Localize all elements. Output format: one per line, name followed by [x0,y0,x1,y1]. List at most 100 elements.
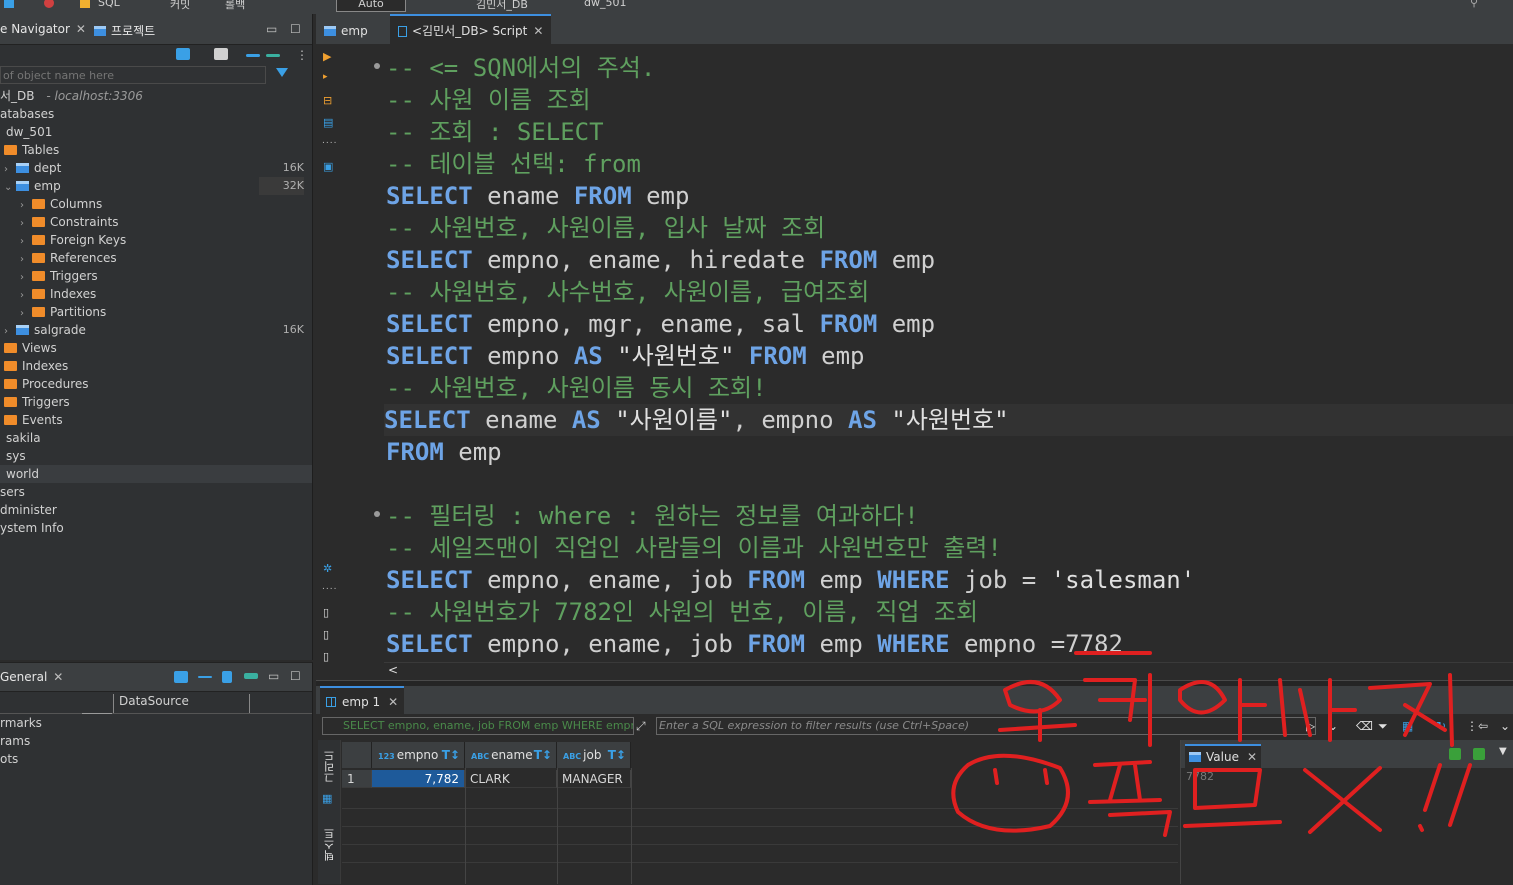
chevron-down-icon[interactable]: ⌄ [4,179,16,197]
system-info-node[interactable]: ystem Info [0,519,64,537]
scroll-left-icon[interactable]: < [388,663,398,677]
emp-indexes-node[interactable]: › Indexes [20,285,96,303]
apply-value-icon[interactable] [1473,748,1485,760]
code-comment-line[interactable]: -- <= SQN에서의 주석. [386,52,655,84]
search-icon[interactable]: ⚲ [1470,0,1478,9]
procedures-node[interactable]: Procedures [4,375,89,393]
refresh-icon[interactable]: ↻ [1436,719,1446,733]
code-comment-line[interactable]: -- 사원번호, 사원이름 동시 조회! [386,372,767,404]
table-node-dept[interactable]: › dept 16K [4,159,308,177]
cell-ename[interactable]: CLARK [465,770,557,788]
code-sql-line[interactable]: SELECT empno, ename, hiredate FROM emp [386,244,935,276]
sort-icon[interactable]: T↕ [442,742,460,768]
events-node[interactable]: Events [4,411,63,429]
new-folder-icon[interactable] [214,48,228,60]
link-editor-icon[interactable] [266,54,280,57]
properties-row[interactable]: rams [0,732,30,750]
code-comment-line[interactable]: -- 사원번호가 7782인 사원의 번호, 이름, 직업 조회 [386,596,978,628]
tab-project[interactable]: 프로젝트 [94,22,155,39]
cell-job[interactable]: MANAGER [557,770,631,788]
cell-empno[interactable]: 7,782 [372,770,465,788]
tab-database-navigator[interactable]: e Navigator ✕ [0,22,86,36]
schema-node-sys[interactable]: sys [6,447,26,465]
apply-filter-icon[interactable]: ▷ [1306,719,1315,733]
column-header-job[interactable]: ABC job T↕ [557,742,631,768]
filter-settings-icon[interactable]: ⏷ [1378,719,1388,734]
collapse-icon[interactable] [198,676,212,678]
row-number[interactable]: 1 [342,770,372,788]
filter-history-icon[interactable]: ⌄ [1328,719,1338,733]
transaction-mode-select[interactable]: Auto [336,0,406,12]
export-icon[interactable]: ▤ [323,116,334,129]
emp-partitions-node[interactable]: › Partitions [20,303,106,321]
sql-button[interactable]: SQL [98,0,120,9]
views-node[interactable]: Views [4,339,57,357]
back-icon[interactable]: ⇦ [1478,719,1488,733]
grid-view-tab[interactable]: 그리드 [322,750,338,783]
fold-marker-icon[interactable] [374,63,380,69]
emp-references-node[interactable]: › References [20,249,117,267]
tab-result-emp1[interactable]: emp 1 ✕ [320,686,405,714]
view-menu-icon[interactable]: ⋮ [296,48,308,62]
terminal-icon[interactable]: ▣ [323,160,334,173]
explain-plan-icon[interactable]: ⊟ [323,94,334,107]
databases-node[interactable]: atabases [0,105,54,123]
connect-icon[interactable] [4,0,14,8]
query-text-field[interactable]: SELECT empno, ename, job FROM emp WHERE … [322,717,634,735]
code-sql-line[interactable]: SELECT ename FROM emp [386,180,689,212]
datasource-select[interactable]: 김민서_DB [476,0,528,12]
maximize-icon[interactable]: ☐ [290,669,301,683]
sql-editor-icon[interactable] [80,0,90,8]
minimize-icon[interactable]: ▭ [266,22,277,36]
sql-editor[interactable]: -- <= SQN에서의 주석. -- 사원 이름 조회 -- 조회 : SELEC… [340,44,1513,662]
commit-button[interactable]: 커밋 [170,0,190,12]
schema-node-sakila[interactable]: sakila [6,429,41,447]
code-comment-line[interactable]: -- 조회 : SELECT [386,116,604,148]
emp-triggers-node[interactable]: › Triggers [20,267,98,285]
schema-node[interactable]: dw_501 [6,123,52,141]
table-node-salgrade[interactable]: › salgrade 16K [4,321,308,339]
code-comment-line[interactable]: -- 테이블 선택: from [386,148,641,180]
save-value-icon[interactable] [1449,748,1461,760]
properties-row[interactable]: ots [0,750,18,768]
code-comment-line[interactable]: -- 필터링 : where : 원하는 정보를 여과하다! [386,500,919,532]
settings-icon[interactable] [174,671,188,683]
properties-row[interactable]: rmarks [0,714,42,732]
new-connection-icon[interactable] [176,48,190,60]
disconnect-icon[interactable] [44,0,54,8]
execute-script-icon[interactable]: ▸ [323,72,334,82]
dropdown-icon[interactable]: ⌄ [1500,719,1510,733]
datasource-column-header[interactable]: DataSource [113,694,250,713]
erase-filter-icon[interactable]: ⌫ [1356,719,1373,733]
delete-script-icon[interactable]: ▯ [323,628,334,641]
new-script-icon[interactable]: ▯ [323,606,334,619]
users-node[interactable]: sers [0,483,25,501]
table-node-emp[interactable]: ⌄ emp 32K [4,177,308,195]
save-script-icon[interactable]: ▯ [323,650,334,663]
grid-view-icon[interactable]: ▦ [322,792,333,805]
code-sql-line[interactable]: SELECT ename AS "사원이름", empno AS "사원번호" [384,404,1513,436]
emp-columns-node[interactable]: › Columns [20,195,102,213]
code-comment-line[interactable]: -- 사원번호, 사수번호, 사원이름, 급여조회 [386,276,869,308]
tables-node[interactable]: Tables [4,141,59,159]
administer-node[interactable]: dminister [0,501,57,519]
close-icon[interactable]: ✕ [76,22,86,36]
code-sql-line[interactable]: SELECT empno, ename, job FROM emp WHERE … [386,628,1123,660]
emp-foreign-keys-node[interactable]: › Foreign Keys [20,231,126,249]
tab-value[interactable]: Value ✕ [1185,744,1262,768]
close-icon[interactable]: ✕ [1247,750,1257,764]
emp-constraints-node[interactable]: › Constraints [20,213,118,231]
filter-icon[interactable] [276,68,288,77]
expand-icon[interactable] [222,671,232,683]
editor-horizontal-scrollbar[interactable]: < [384,662,1513,679]
code-comment-line[interactable]: -- 사원번호, 사원이름, 입사 날짜 조회 [386,212,825,244]
tab-emp[interactable]: emp [316,14,376,44]
indexes-node[interactable]: Indexes [4,357,68,375]
code-comment-line[interactable]: -- 사원 이름 조회 [386,84,591,116]
column-header-empno[interactable]: 123 empno T↕ [372,742,465,768]
collapse-all-icon[interactable] [246,54,260,57]
results-filter-input[interactable]: Enter a SQL expression to filter results… [656,717,1316,735]
navigator-filter-input[interactable] [0,66,266,84]
minimize-icon[interactable]: ▭ [268,669,279,683]
close-icon[interactable]: ✕ [53,670,63,684]
